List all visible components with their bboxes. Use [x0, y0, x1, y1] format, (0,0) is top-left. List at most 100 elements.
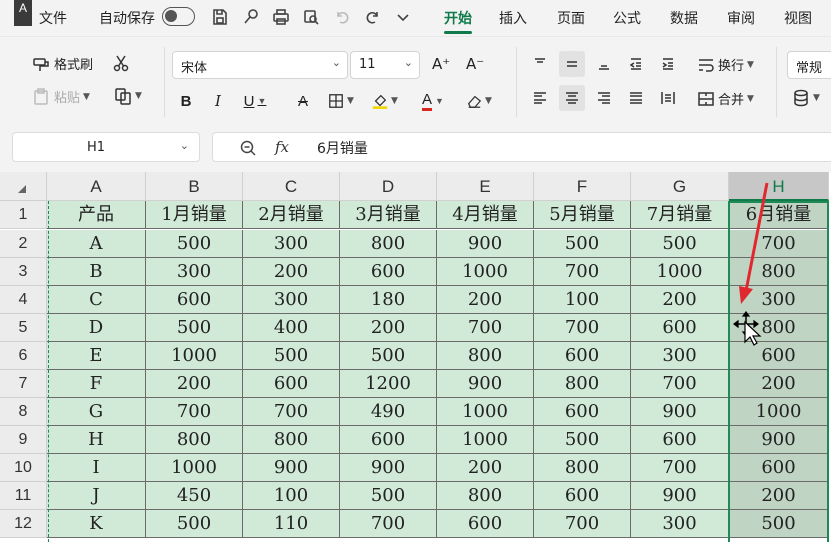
- number-format-select[interactable]: 常规: [787, 51, 831, 79]
- table-cell[interactable]: 500: [340, 342, 437, 370]
- header-cell[interactable]: 4月销量: [437, 201, 534, 229]
- table-cell[interactable]: 300: [243, 286, 340, 314]
- copy-button[interactable]: ▼: [114, 87, 142, 105]
- table-cell[interactable]: 600: [534, 342, 631, 370]
- row-header[interactable]: 8: [0, 398, 47, 426]
- table-cell[interactable]: 900: [631, 398, 729, 426]
- row-header[interactable]: 11: [0, 482, 47, 510]
- table-cell[interactable]: 700: [534, 510, 631, 538]
- table-cell[interactable]: H: [47, 426, 146, 454]
- column-header-d[interactable]: D: [340, 172, 437, 201]
- decrease-indent-button[interactable]: [623, 51, 649, 77]
- table-cell[interactable]: 200: [437, 286, 534, 314]
- bold-button[interactable]: B: [173, 89, 199, 113]
- table-cell[interactable]: D: [47, 314, 146, 342]
- table-cell[interactable]: G: [47, 398, 146, 426]
- table-cell[interactable]: 900: [631, 482, 729, 510]
- align-left-button[interactable]: [527, 85, 553, 111]
- table-cell[interactable]: 1000: [437, 258, 534, 286]
- formula-input[interactable]: fx 6月销量: [212, 132, 831, 162]
- table-cell[interactable]: 600: [146, 286, 243, 314]
- table-cell[interactable]: 900: [243, 454, 340, 482]
- table-cell[interactable]: 200: [243, 258, 340, 286]
- table-cell[interactable]: 700: [437, 314, 534, 342]
- autosave-toggle[interactable]: [162, 7, 195, 26]
- table-cell[interactable]: 1000: [437, 398, 534, 426]
- table-cell[interactable]: 700: [534, 258, 631, 286]
- tab-view[interactable]: 视图: [784, 8, 812, 28]
- table-cell[interactable]: 200: [631, 286, 729, 314]
- cut-button[interactable]: [112, 54, 130, 72]
- column-header-g[interactable]: G: [631, 172, 729, 201]
- row-header[interactable]: 12: [0, 510, 47, 538]
- border-button[interactable]: ▼: [328, 89, 354, 113]
- table-cell[interactable]: 200: [729, 370, 829, 398]
- table-cell[interactable]: 700: [243, 398, 340, 426]
- table-cell[interactable]: 300: [146, 258, 243, 286]
- table-cell[interactable]: A: [47, 230, 146, 258]
- font-color-button[interactable]: A ▼: [420, 89, 446, 113]
- tab-home[interactable]: 开始: [444, 8, 472, 34]
- table-cell[interactable]: 500: [631, 230, 729, 258]
- table-cell[interactable]: 500: [534, 230, 631, 258]
- table-cell[interactable]: 700: [631, 370, 729, 398]
- table-cell[interactable]: 600: [631, 426, 729, 454]
- align-middle-button[interactable]: [559, 51, 585, 77]
- font-size-select[interactable]: 11 ⌄: [350, 51, 420, 79]
- cell-style-button[interactable]: ▼: [792, 89, 820, 107]
- align-bottom-button[interactable]: [591, 51, 617, 77]
- table-cell[interactable]: E: [47, 342, 146, 370]
- table-cell[interactable]: 300: [631, 510, 729, 538]
- row-header[interactable]: 9: [0, 426, 47, 454]
- table-cell[interactable]: 800: [729, 258, 829, 286]
- column-header-c[interactable]: C: [243, 172, 340, 201]
- table-cell[interactable]: 500: [146, 230, 243, 258]
- table-cell[interactable]: 900: [437, 370, 534, 398]
- table-cell[interactable]: 800: [437, 482, 534, 510]
- table-cell[interactable]: 800: [534, 370, 631, 398]
- table-cell[interactable]: 100: [534, 286, 631, 314]
- tab-insert[interactable]: 插入: [499, 8, 527, 28]
- function-icon[interactable]: fx: [275, 138, 289, 156]
- paste-button[interactable]: 粘贴 ▼: [32, 87, 90, 106]
- table-cell[interactable]: 400: [243, 314, 340, 342]
- align-right-button[interactable]: [591, 85, 617, 111]
- increase-font-button[interactable]: A⁺: [432, 55, 450, 73]
- table-cell[interactable]: 500: [243, 342, 340, 370]
- header-cell[interactable]: 5月销量: [534, 201, 631, 229]
- tab-page[interactable]: 页面: [557, 8, 585, 28]
- table-cell[interactable]: 300: [729, 286, 829, 314]
- table-cell[interactable]: 600: [340, 258, 437, 286]
- tab-data[interactable]: 数据: [670, 8, 698, 28]
- align-top-button[interactable]: [527, 51, 553, 77]
- table-cell[interactable]: 800: [534, 454, 631, 482]
- save-icon[interactable]: [209, 6, 231, 28]
- format-painter-button[interactable]: 格式刷: [32, 54, 93, 73]
- column-header-f[interactable]: F: [534, 172, 631, 201]
- chevron-down-icon[interactable]: [392, 6, 414, 28]
- undo-icon[interactable]: [331, 6, 353, 28]
- table-cell[interactable]: 800: [340, 230, 437, 258]
- zoom-icon[interactable]: [239, 139, 257, 157]
- table-cell[interactable]: 700: [534, 314, 631, 342]
- table-cell[interactable]: 800: [243, 426, 340, 454]
- table-cell[interactable]: 800: [146, 426, 243, 454]
- clear-format-button[interactable]: ▼: [466, 89, 492, 113]
- table-cell[interactable]: 1200: [340, 370, 437, 398]
- table-cell[interactable]: 700: [631, 454, 729, 482]
- row-header[interactable]: 4: [0, 286, 47, 314]
- table-cell[interactable]: 700: [340, 510, 437, 538]
- row-header[interactable]: 7: [0, 370, 47, 398]
- print-preview-icon[interactable]: [300, 6, 322, 28]
- table-cell[interactable]: 600: [729, 454, 829, 482]
- wrap-text-button[interactable]: 换行 ▼: [697, 55, 754, 74]
- table-cell[interactable]: 200: [146, 370, 243, 398]
- table-cell[interactable]: 500: [534, 426, 631, 454]
- table-cell[interactable]: 700: [729, 230, 829, 258]
- table-cell[interactable]: 500: [146, 510, 243, 538]
- table-cell[interactable]: C: [47, 286, 146, 314]
- table-cell[interactable]: K: [47, 510, 146, 538]
- tab-review[interactable]: 审阅: [727, 8, 755, 28]
- table-cell[interactable]: 600: [631, 314, 729, 342]
- justify-button[interactable]: [623, 85, 649, 111]
